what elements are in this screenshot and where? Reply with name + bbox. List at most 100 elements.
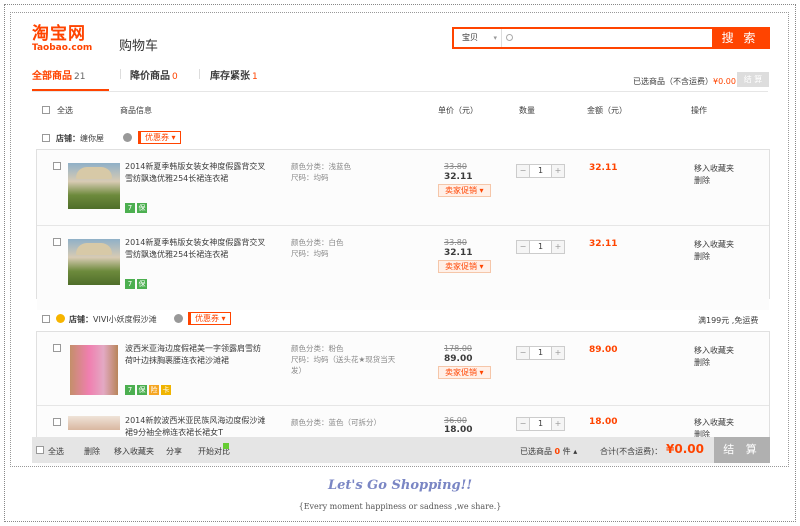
chevron-down-icon: ▾ [479, 186, 484, 195]
shop-checkbox[interactable] [42, 315, 50, 323]
move-to-favorites-link[interactable]: 移入收藏夹 [694, 163, 734, 174]
shop-name[interactable]: 店铺：VIVI小妖度假沙滩 [69, 314, 157, 325]
settle-button-top[interactable]: 结 算 [737, 72, 769, 87]
crown-icon [56, 314, 65, 323]
sku-extra: 发） [291, 366, 306, 375]
decrease-button[interactable]: − [517, 241, 529, 253]
logo-english: Taobao.com [32, 43, 93, 53]
item-thumbnail[interactable] [68, 239, 120, 285]
item-title[interactable]: 2014新夏季韩版女装女神度假露背交叉雪纺飘逸优雅254长裙连衣裙 [125, 161, 267, 185]
item-checkbox[interactable] [53, 162, 61, 170]
sku-size: 尺码：均码（送头花★现货当天 [291, 355, 396, 364]
seven-day-return-icon: 7 [125, 385, 135, 395]
wangwang-icon[interactable] [123, 133, 132, 142]
insurance-icon: 险 [149, 385, 159, 395]
slogan: Let's Go Shopping!! [327, 478, 473, 493]
item-checkbox[interactable] [53, 238, 61, 246]
item-title[interactable]: 2014新款波西米亚民族风海边度假沙滩裙9分袖全棉连衣裙长裙女T [125, 415, 267, 439]
footer-move-favorites-button[interactable]: 移入收藏夹 [114, 446, 154, 457]
delete-link[interactable]: 删除 [694, 357, 710, 368]
delete-link[interactable]: 删除 [694, 251, 710, 262]
sku-color: 颜色分类：蓝色（可拆分） [291, 418, 381, 427]
increase-button[interactable]: + [552, 165, 564, 177]
tab-count: 21 [74, 72, 86, 82]
coupon-label: 优惠券 [195, 314, 219, 323]
tab-label: 降价商品 [130, 71, 170, 82]
quantity-input[interactable]: 1 [529, 347, 552, 359]
coupon-button[interactable]: 优惠券 ▾ [188, 312, 231, 325]
move-to-favorites-link[interactable]: 移入收藏夹 [694, 345, 734, 356]
tab-price-drop[interactable]: 降价商品 0 [130, 67, 178, 82]
shop-items: 波西米亚海边度假裙美一字领露肩雪纺荷叶边抹胸裹腰连衣裙沙滩裙 7 保 险 卡 颜… [36, 331, 770, 466]
current-price: 32.11 [444, 248, 473, 258]
search-input[interactable] [518, 31, 708, 45]
current-price: 89.00 [444, 354, 473, 364]
thumbnail-umbrella [76, 167, 112, 179]
item-checkbox[interactable] [53, 418, 61, 426]
item-title[interactable]: 2014新夏季韩版女装女神度假露背交叉雪纺飘逸优雅254长裙连衣裙 [125, 237, 267, 261]
chevron-up-icon[interactable]: ▴ [573, 447, 577, 456]
original-price: 33.80 [444, 162, 467, 171]
sku-size: 尺码：均码 [291, 249, 329, 258]
delete-link[interactable]: 删除 [694, 175, 710, 186]
coupon-label: 优惠券 [145, 133, 169, 142]
seller-promo-dropdown[interactable]: 卖家促销 ▾ [438, 260, 491, 273]
increase-button[interactable]: + [552, 418, 564, 430]
promo-label: 卖家促销 [445, 368, 477, 377]
tab-low-stock[interactable]: 库存紧张 1 [210, 67, 258, 82]
selected-unit: 件 [562, 447, 571, 456]
seven-day-return-icon: 7 [125, 279, 135, 289]
footer-compare-button[interactable]: 开始对比 [198, 443, 230, 457]
taobao-logo[interactable]: 淘宝网 Taobao.com [32, 25, 92, 53]
search-icon [506, 34, 513, 41]
shop-name[interactable]: 店铺：缠你屋 [56, 133, 104, 144]
footer-select-all-label[interactable]: 全选 [48, 446, 64, 457]
settle-button[interactable]: 结 算 [714, 437, 770, 463]
footer-select-all-checkbox[interactable] [36, 446, 44, 454]
guarantee-icon: 保 [137, 203, 147, 213]
quantity-input[interactable]: 1 [529, 241, 552, 253]
thumbnail-umbrella [76, 243, 112, 255]
column-item-info: 商品信息 [120, 106, 152, 115]
cart-footer-bar: 全选 删除 移入收藏夹 分享 开始对比 已选商品 0 件 ▴ 合计(不含运费)：… [32, 437, 770, 463]
item-checkbox[interactable] [53, 344, 61, 352]
sku-color: 颜色分类：白色 [291, 238, 344, 247]
promo-label: 卖家促销 [445, 262, 477, 271]
move-to-favorites-link[interactable]: 移入收藏夹 [694, 239, 734, 250]
increase-button[interactable]: + [552, 347, 564, 359]
item-amount: 18.00 [589, 417, 618, 427]
footer-share-button[interactable]: 分享 [166, 446, 182, 457]
sku-size: 尺码：均码 [291, 173, 329, 182]
shop-name-text: VIVI小妖度假沙滩 [93, 315, 157, 324]
selected-summary: 已选商品（不含运费）¥0.00 [633, 76, 736, 87]
column-select-all: 全选 [57, 106, 73, 115]
quantity-input[interactable]: 1 [529, 418, 552, 430]
item-thumbnail[interactable] [68, 416, 120, 430]
selected-count: 0 [554, 447, 561, 456]
tab-all-items[interactable]: 全部商品 21 [32, 67, 85, 82]
item-thumbnail[interactable] [68, 163, 120, 209]
promo-label: 卖家促销 [445, 186, 477, 195]
select-all-checkbox[interactable] [42, 106, 50, 114]
item-title[interactable]: 波西米亚海边度假裙美一字领露肩雪纺荷叶边抹胸裹腰连衣裙沙滩裙 [125, 343, 267, 367]
decrease-button[interactable]: − [517, 418, 529, 430]
search-button[interactable]: 搜 索 [712, 29, 768, 47]
current-price: 32.11 [444, 172, 473, 182]
quantity-stepper: − 1 + [516, 417, 565, 431]
wangwang-icon[interactable] [174, 314, 183, 323]
credit-card-icon: 卡 [161, 385, 171, 395]
quantity-input[interactable]: 1 [529, 165, 552, 177]
seller-promo-dropdown[interactable]: 卖家促销 ▾ [438, 184, 491, 197]
coupon-button[interactable]: 优惠券 ▾ [138, 131, 181, 144]
search-category-select[interactable]: 宝贝 ▾ [454, 29, 502, 47]
seller-promo-dropdown[interactable]: 卖家促销 ▾ [438, 366, 491, 379]
footer-delete-button[interactable]: 删除 [84, 446, 100, 457]
shop-checkbox[interactable] [42, 134, 50, 142]
item-thumbnail[interactable] [70, 345, 118, 395]
decrease-button[interactable]: − [517, 165, 529, 177]
tabs-divider [32, 91, 768, 92]
increase-button[interactable]: + [552, 241, 564, 253]
tab-count: 1 [252, 72, 258, 82]
move-to-favorites-link[interactable]: 移入收藏夹 [694, 417, 734, 428]
decrease-button[interactable]: − [517, 347, 529, 359]
